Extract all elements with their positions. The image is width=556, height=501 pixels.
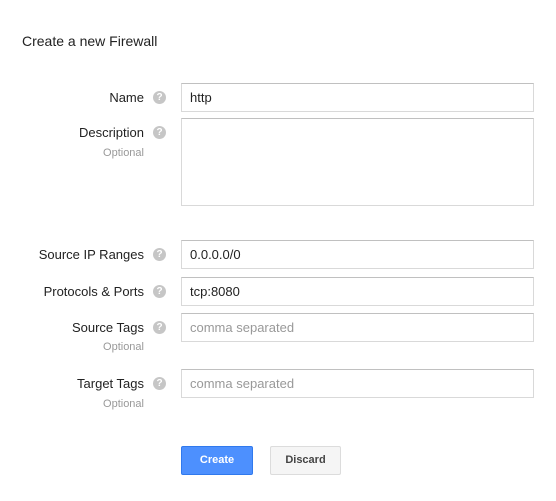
create-firewall-form: Create a new Firewall Name ? http Descri…	[0, 0, 556, 501]
source-tags-placeholder: comma separated	[190, 320, 295, 335]
source-ip-ranges-label: Source IP Ranges	[38, 247, 144, 262]
target-tags-optional-label: Optional	[103, 398, 144, 410]
protocols-ports-help-icon[interactable]: ?	[153, 285, 166, 298]
target-tags-label: Target Tags	[77, 376, 144, 391]
name-help-icon[interactable]: ?	[153, 91, 166, 104]
description-label: Description	[78, 125, 144, 140]
source-ip-ranges-help-icon[interactable]: ?	[153, 248, 166, 261]
protocols-ports-value: tcp:8080	[190, 284, 240, 299]
source-tags-optional-label: Optional	[103, 341, 144, 353]
protocols-ports-input[interactable]: tcp:8080	[181, 277, 534, 306]
description-optional-label: Optional	[103, 147, 144, 159]
description-help-icon[interactable]: ?	[153, 126, 166, 139]
source-tags-label: Source Tags	[71, 320, 144, 335]
name-input-value: http	[190, 90, 212, 105]
description-textarea[interactable]	[181, 118, 534, 206]
source-tags-help-icon[interactable]: ?	[153, 321, 166, 334]
protocols-ports-label: Protocols & Ports	[43, 284, 144, 299]
create-button[interactable]: Create	[181, 446, 253, 475]
discard-button[interactable]: Discard	[270, 446, 341, 475]
target-tags-input[interactable]: comma separated	[181, 369, 534, 398]
page-title: Create a new Firewall	[22, 33, 158, 49]
source-ip-ranges-input[interactable]: 0.0.0.0/0	[181, 240, 534, 269]
name-label: Name	[109, 90, 144, 105]
target-tags-help-icon[interactable]: ?	[153, 377, 166, 390]
source-tags-input[interactable]: comma separated	[181, 313, 534, 342]
target-tags-placeholder: comma separated	[190, 376, 295, 391]
name-input[interactable]: http	[181, 83, 534, 112]
source-ip-ranges-value: 0.0.0.0/0	[190, 247, 241, 262]
